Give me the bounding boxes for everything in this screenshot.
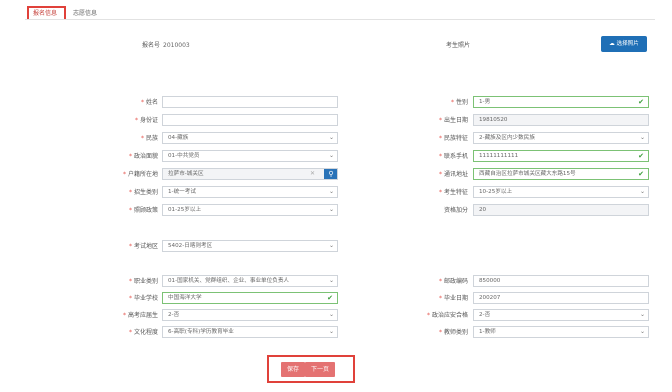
check-icon: ✔ <box>638 98 644 106</box>
political-status-label: * 政治面貌 <box>128 153 158 160</box>
save-button[interactable]: 保存 <box>281 362 305 377</box>
household-input[interactable]: 拉萨市-城关区 ✕ ⚲ <box>162 168 338 180</box>
chevron-down-icon: ⌄ <box>328 328 334 335</box>
next-page-button[interactable]: 下一页 <box>305 362 335 377</box>
exam-area-label: * 考试地区 <box>128 243 158 250</box>
mobile-label: * 联系手机 <box>438 153 468 160</box>
name-input[interactable] <box>162 96 338 108</box>
postal-code-input[interactable]: 850000 <box>473 275 649 287</box>
teacher-type-label: * 教师类别 <box>438 329 468 336</box>
gender-select[interactable]: 1-男 ✔ <box>473 96 649 108</box>
search-icon[interactable]: ⚲ <box>324 169 337 179</box>
check-icon: ✔ <box>638 152 644 160</box>
camera-icon: ☁ <box>609 41 615 47</box>
birth-date-input[interactable]: 19810520 <box>473 114 649 126</box>
chevron-down-icon: ⌄ <box>639 188 645 195</box>
id-card-input[interactable] <box>162 114 338 126</box>
ethnic-feature-select[interactable]: 2-藏族及区内少数民族 ⌄ <box>473 132 649 144</box>
registration-number: 2010003 <box>163 42 190 49</box>
household-label: * 户籍所在地 <box>122 171 158 178</box>
exam-area-select[interactable]: 5402-日喀则考区 ⌄ <box>162 240 338 252</box>
tab-volunteer[interactable]: 志愿信息 <box>70 8 100 19</box>
select-photo-button[interactable]: ☁ 选择照片 <box>601 36 647 52</box>
check-icon: ✔ <box>327 294 333 302</box>
teacher-type-select[interactable]: 1-教师 ⌄ <box>473 326 649 338</box>
chevron-down-icon: ⌄ <box>328 277 334 284</box>
candidate-feature-label: * 考生特征 <box>438 189 468 196</box>
political-qualified-label: * 政治应安合格 <box>426 312 468 319</box>
graduation-date-label: * 毕业日期 <box>438 295 468 302</box>
mobile-input[interactable]: 11111111111 ✔ <box>473 150 649 162</box>
graduate-school-label: * 毕业学校 <box>128 295 158 302</box>
candidate-feature-select[interactable]: 10-25岁以上 ⌄ <box>473 186 649 198</box>
chevron-down-icon: ⌄ <box>328 311 334 318</box>
chevron-down-icon: ⌄ <box>639 311 645 318</box>
name-label: * 姓名 <box>140 99 158 106</box>
care-policy-label: * 照顾政策 <box>128 207 158 214</box>
chevron-down-icon: ⌄ <box>328 206 334 213</box>
photo-label: 考生照片 <box>445 42 470 49</box>
select-photo-label: 选择照片 <box>616 41 639 47</box>
political-status-select[interactable]: 01-中共党员 ⌄ <box>162 150 338 162</box>
enrollment-type-select[interactable]: 1-统一考试 ⌄ <box>162 186 338 198</box>
fresh-graduate-label: * 高考应届生 <box>122 312 158 319</box>
check-icon: ✔ <box>638 170 644 178</box>
chevron-down-icon: ⌄ <box>328 152 334 159</box>
address-input[interactable]: 西藏自治区拉萨市城关区藏大东路15号 ✔ <box>473 168 649 180</box>
education-label: * 文化程度 <box>128 329 158 336</box>
occupation-label: * 职业类别 <box>128 278 158 285</box>
education-select[interactable]: 6-高职(专科)学历教育毕业 ⌄ <box>162 326 338 338</box>
clear-icon[interactable]: ✕ <box>310 169 315 179</box>
gender-label: * 性别 <box>450 99 468 106</box>
ethnicity-label: * 民族 <box>140 135 158 142</box>
fresh-graduate-select[interactable]: 2-否 ⌄ <box>162 309 338 321</box>
bonus-points-input: 20 <box>473 204 649 216</box>
chevron-down-icon: ⌄ <box>328 242 334 249</box>
chevron-down-icon: ⌄ <box>639 328 645 335</box>
political-qualified-select[interactable]: 2-否 ⌄ <box>473 309 649 321</box>
birth-date-label: * 出生日期 <box>438 117 468 124</box>
chevron-down-icon: ⌄ <box>328 134 334 141</box>
graduate-school-input[interactable]: 中国海洋大学 ✔ <box>162 292 338 304</box>
bonus-points-label: 资格加分 <box>443 207 468 214</box>
chevron-down-icon: ⌄ <box>328 188 334 195</box>
postal-code-label: * 邮政编码 <box>438 278 468 285</box>
registration-label: 报名号 <box>141 42 160 49</box>
graduation-date-input[interactable]: 200207 <box>473 292 649 304</box>
enrollment-type-label: * 招生类别 <box>128 189 158 196</box>
tab-bar: 报名信息 志愿信息 <box>0 0 672 21</box>
address-label: * 通讯地址 <box>438 171 468 178</box>
ethnic-feature-label: * 民族特征 <box>438 135 468 142</box>
care-policy-select[interactable]: 01-25岁以上 ⌄ <box>162 204 338 216</box>
chevron-down-icon: ⌄ <box>639 134 645 141</box>
ethnicity-select[interactable]: 04-藏族 ⌄ <box>162 132 338 144</box>
occupation-select[interactable]: 01-国家机关、党群组织、企业、事业单位负责人 ⌄ <box>162 275 338 287</box>
id-card-label: * 身份证 <box>134 117 158 124</box>
